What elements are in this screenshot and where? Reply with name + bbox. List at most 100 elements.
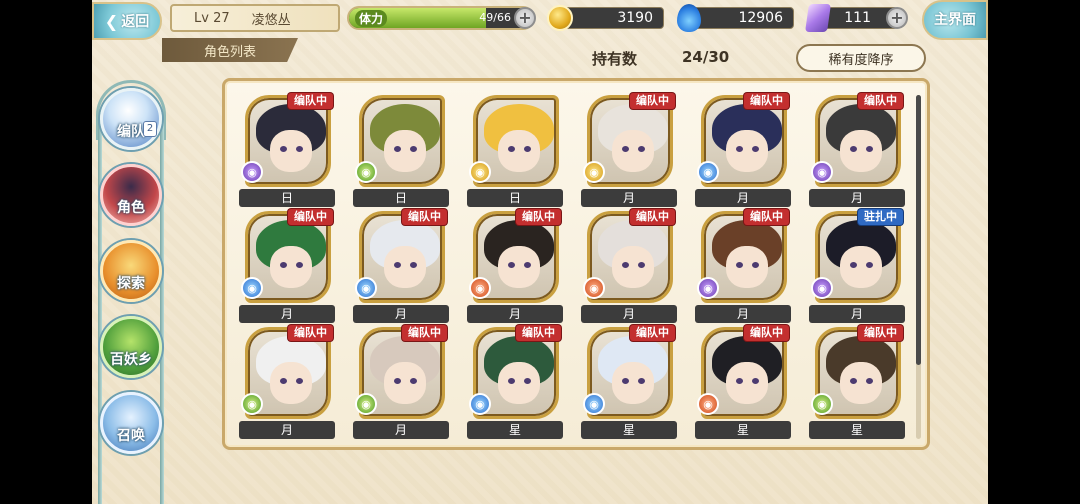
back-button[interactable]: ❮ 返回 bbox=[92, 2, 162, 40]
gold-value: 3190 bbox=[617, 10, 653, 26]
soul-value: 12906 bbox=[738, 10, 783, 26]
element-purple-icon: ◉ bbox=[241, 161, 263, 183]
character-eye bbox=[524, 146, 531, 152]
side-menu-summon[interactable]: 召唤 bbox=[100, 392, 162, 454]
character-card[interactable]: ◉ 日 bbox=[353, 95, 449, 207]
soul-flame-icon bbox=[677, 4, 701, 32]
soul-counter: 12906 bbox=[677, 4, 794, 32]
character-card[interactable]: 编队中 ◉ 月 bbox=[239, 209, 335, 323]
element-red-icon: ◉ bbox=[469, 277, 491, 299]
element-green-icon: ◉ bbox=[241, 393, 263, 415]
side-menu-explore[interactable]: 探索 bbox=[100, 240, 162, 302]
character-card[interactable]: 编队中 ◉ 月 bbox=[809, 93, 905, 207]
character-card[interactable]: 编队中 ◉ 月 bbox=[353, 209, 449, 323]
character-eye bbox=[410, 262, 417, 268]
character-status-tag: 驻扎中 bbox=[858, 209, 903, 225]
character-rank-label: 月 bbox=[467, 305, 563, 323]
character-eye bbox=[280, 378, 287, 384]
character-rank-label: 月 bbox=[581, 305, 677, 323]
gem-value: 111 bbox=[844, 10, 871, 26]
character-face bbox=[726, 362, 768, 404]
character-card[interactable]: 编队中 ◉ 月 bbox=[581, 93, 677, 207]
character-face bbox=[840, 130, 882, 172]
element-blue-icon: ◉ bbox=[583, 393, 605, 415]
character-rank-label: 星 bbox=[809, 421, 905, 439]
character-face bbox=[840, 246, 882, 288]
character-rank-label: 月 bbox=[239, 421, 335, 439]
character-eye bbox=[638, 146, 645, 152]
character-face bbox=[498, 130, 540, 172]
add-stamina-button[interactable]: + bbox=[514, 7, 536, 29]
character-rank-label: 星 bbox=[581, 421, 677, 439]
character-card[interactable]: 编队中 ◉ 月 bbox=[695, 209, 791, 323]
character-status-tag: 编队中 bbox=[288, 209, 333, 225]
main-menu-button[interactable]: 主界面 bbox=[922, 0, 988, 40]
sort-button[interactable]: 稀有度降序 bbox=[796, 44, 926, 72]
element-purple-icon: ◉ bbox=[697, 277, 719, 299]
character-status-tag: 编队中 bbox=[744, 93, 789, 109]
character-card[interactable]: 编队中 ◉ 星 bbox=[467, 325, 563, 439]
character-rank-label: 星 bbox=[695, 421, 791, 439]
character-eye bbox=[622, 378, 629, 384]
character-eye bbox=[866, 262, 873, 268]
character-card[interactable]: 编队中 ◉ 日 bbox=[239, 93, 335, 207]
character-eye bbox=[850, 146, 857, 152]
character-eye bbox=[866, 378, 873, 384]
character-status-tag: 编队中 bbox=[516, 325, 561, 341]
scrollbar[interactable] bbox=[916, 95, 921, 365]
character-card[interactable]: 驻扎中 ◉ 月 bbox=[809, 209, 905, 323]
stamina-value: 49/66 bbox=[479, 11, 511, 24]
character-face bbox=[270, 362, 312, 404]
character-card[interactable]: 编队中 ◉ 月 bbox=[239, 325, 335, 439]
character-eye bbox=[752, 378, 759, 384]
character-card[interactable]: 编队中 ◉ 月 bbox=[695, 93, 791, 207]
character-face bbox=[726, 246, 768, 288]
character-face bbox=[270, 130, 312, 172]
character-rank-label: 月 bbox=[695, 189, 791, 207]
element-blue-icon: ◉ bbox=[697, 161, 719, 183]
formation-badge: 2 bbox=[143, 121, 157, 137]
side-menu-explore-label: 探索 bbox=[117, 276, 145, 292]
character-status-tag: 编队中 bbox=[516, 209, 561, 225]
side-menu: 2 编队 角色 探索 百妖乡 召唤 bbox=[96, 60, 166, 504]
character-eye bbox=[752, 262, 759, 268]
character-eye bbox=[524, 262, 531, 268]
side-menu-formation[interactable]: 2 编队 bbox=[100, 88, 162, 150]
character-card[interactable]: 编队中 ◉ 月 bbox=[467, 209, 563, 323]
add-gem-button[interactable]: + bbox=[886, 7, 908, 29]
top-bar: ❮ 返回 Lv 27 凌悠丛 体力 49/66 + 3190 12906 111… bbox=[92, 0, 988, 40]
character-status-tag: 编队中 bbox=[858, 325, 903, 341]
character-eye bbox=[622, 262, 629, 268]
character-eye bbox=[736, 262, 743, 268]
character-status-tag: 编队中 bbox=[630, 325, 675, 341]
side-menu-summon-label: 召唤 bbox=[117, 428, 145, 444]
side-menu-character[interactable]: 角色 bbox=[100, 164, 162, 226]
character-card[interactable]: 编队中 ◉ 星 bbox=[695, 325, 791, 439]
character-status-tag: 编队中 bbox=[402, 325, 447, 341]
character-eye bbox=[866, 146, 873, 152]
element-gold-icon: ◉ bbox=[469, 161, 491, 183]
character-face bbox=[726, 130, 768, 172]
element-green-icon: ◉ bbox=[355, 393, 377, 415]
side-menu-village[interactable]: 百妖乡 bbox=[100, 316, 162, 378]
element-red-icon: ◉ bbox=[697, 393, 719, 415]
character-eye bbox=[296, 146, 303, 152]
element-gold-icon: ◉ bbox=[583, 161, 605, 183]
character-card[interactable]: 编队中 ◉ 月 bbox=[353, 325, 449, 439]
character-rank-label: 月 bbox=[809, 189, 905, 207]
owned-count-value: 24/30 bbox=[682, 48, 730, 66]
character-eye bbox=[638, 378, 645, 384]
character-face bbox=[270, 246, 312, 288]
character-card[interactable]: 编队中 ◉ 月 bbox=[581, 209, 677, 323]
character-face bbox=[612, 362, 654, 404]
character-eye bbox=[410, 378, 417, 384]
character-card[interactable]: 编队中 ◉ 星 bbox=[581, 325, 677, 439]
character-eye bbox=[280, 146, 287, 152]
cage-bar-left bbox=[98, 120, 102, 504]
character-card[interactable]: ◉ 日 bbox=[467, 95, 563, 207]
character-card[interactable]: 编队中 ◉ 星 bbox=[809, 325, 905, 439]
character-rank-label: 日 bbox=[467, 189, 563, 207]
character-face bbox=[384, 362, 426, 404]
character-eye bbox=[524, 378, 531, 384]
character-face bbox=[384, 130, 426, 172]
